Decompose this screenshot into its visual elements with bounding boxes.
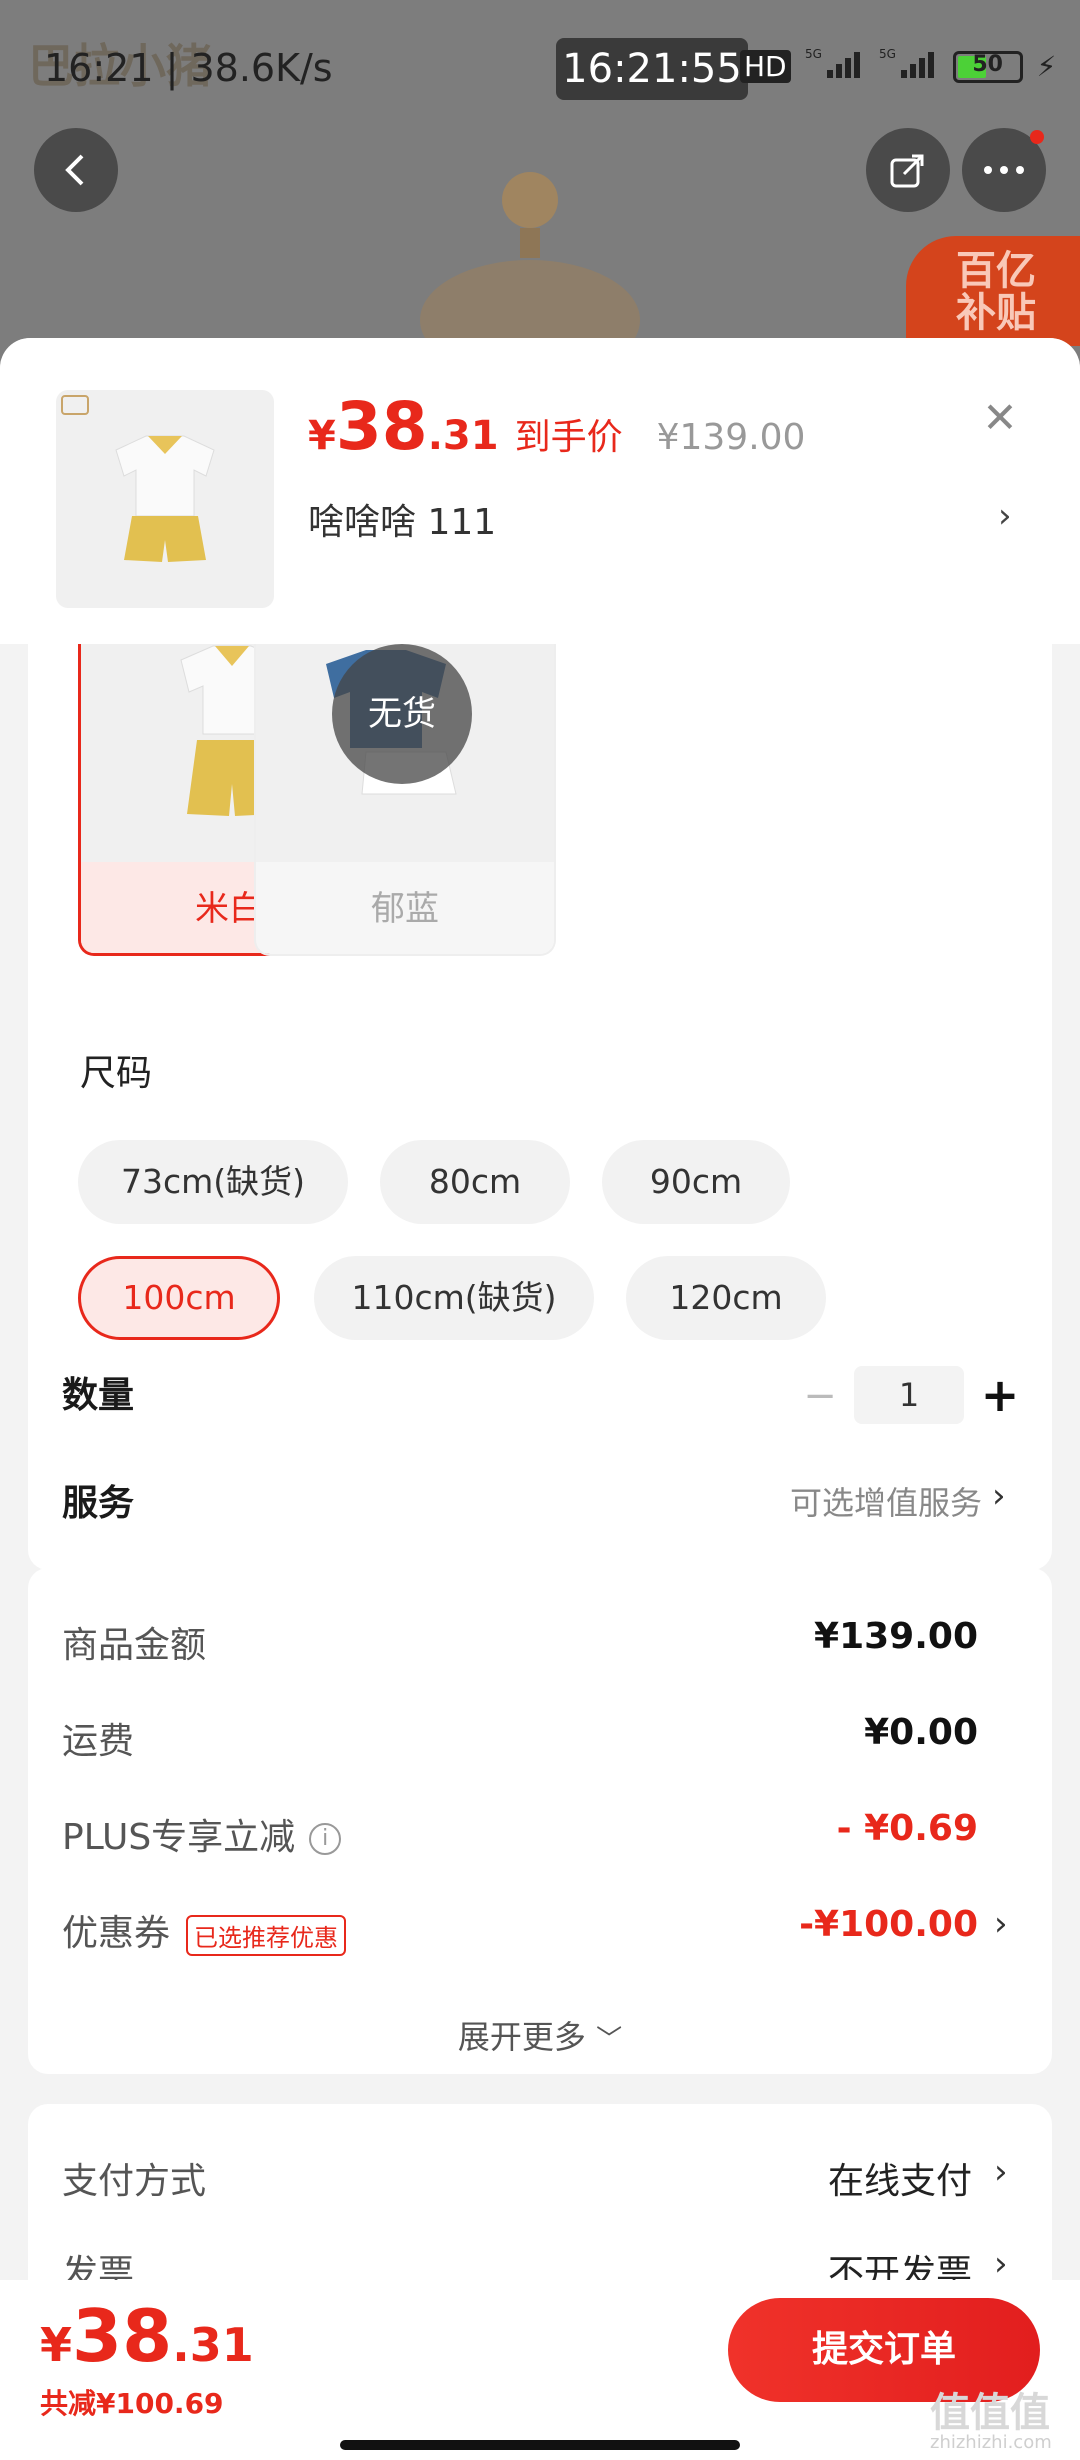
background-product-page: 巴拉小猪 16:21 | 38.6K/s 16:21:55 HD 5G 5G 5… [0, 0, 1080, 360]
chevron-right-icon[interactable]: › [992, 1476, 1006, 1516]
status-bar-right: HD 5G 5G 50 ⚡ [740, 46, 1056, 87]
expand-more-label: 展开更多 [457, 2018, 586, 2056]
share-icon [890, 154, 924, 188]
svg-text:5G: 5G [879, 47, 896, 61]
service-label: 服务 [62, 1483, 135, 1524]
coupon-label: 优惠券 [62, 1913, 171, 1954]
size-chip-120[interactable]: 120cm [626, 1256, 826, 1340]
status-bar-left: 16:21 | 38.6K/s [44, 46, 333, 90]
service-link[interactable]: 可选增值服务 [790, 1478, 982, 1524]
close-button[interactable]: ✕ [978, 396, 1022, 440]
share-button[interactable] [866, 128, 950, 212]
info-icon[interactable]: i [309, 1823, 342, 1855]
total-price: ¥ 38 .31 [40, 2294, 254, 2378]
plus-discount-label: PLUS专享立减 [62, 1817, 296, 1858]
more-icon [984, 166, 1024, 174]
out-of-stock-badge: 无货 [332, 644, 472, 784]
price-decimal: .31 [427, 413, 499, 459]
size-chip-73[interactable]: 73cm(缺货) [78, 1140, 348, 1224]
total-integer: 38 [72, 2294, 173, 2378]
chevron-right-icon[interactable]: › [994, 2244, 1008, 2284]
quantity-label: 数量 [62, 1375, 135, 1416]
chevron-right-icon[interactable]: › [994, 2152, 1008, 2192]
quantity-decrement[interactable]: − [800, 1376, 840, 1416]
signal-icon-2: 5G [879, 46, 939, 87]
size-chip-100[interactable]: 100cm [78, 1256, 280, 1340]
expand-more-button[interactable]: 展开更多 ﹀ [28, 2012, 1052, 2058]
chevron-right-icon[interactable]: › [998, 496, 1012, 536]
chevron-left-icon [65, 154, 84, 186]
spec-card: 米白 无货 郁蓝 尺码 73cm(缺货) 80cm 90cm 100cm 110… [28, 644, 1052, 1570]
coupon-tag: 已选推荐优惠 [186, 1914, 347, 1956]
purchase-sheet: ¥ 38 .31 到手价 ¥139.00 ✕ 啥啥啥 111 › 米白 无货 郁… [0, 338, 1080, 2460]
signal-icon: 5G [805, 46, 865, 87]
goods-amount-value: ¥139.00 [814, 1616, 978, 1657]
close-icon: ✕ [982, 393, 1018, 442]
shipping-label: 运费 [62, 1721, 135, 1762]
size-title: 尺码 [80, 1053, 153, 1094]
chevron-down-icon: ﹀ [596, 2025, 623, 2055]
watermark: 值值值 [930, 2390, 1050, 2436]
chevron-right-icon[interactable]: › [994, 1904, 1008, 1944]
plus-discount-row: PLUS专享立减 i [62, 1808, 342, 1860]
product-thumbnail [56, 390, 274, 608]
price-currency: ¥ [308, 413, 336, 459]
hd-icon: HD [740, 50, 791, 83]
coupon-value[interactable]: -¥100.00 [799, 1904, 978, 1945]
shipping-value: ¥0.00 [864, 1712, 978, 1753]
size-chip-80[interactable]: 80cm [380, 1140, 570, 1224]
total-currency: ¥ [40, 2318, 73, 2372]
notification-dot [1030, 130, 1044, 144]
selected-variant[interactable]: 啥啥啥 111 [308, 493, 496, 545]
charging-icon: ⚡ [1036, 50, 1057, 83]
color-label: 郁蓝 [256, 862, 554, 954]
quantity-input[interactable]: 1 [854, 1366, 964, 1424]
product-image-bg [420, 172, 640, 360]
payment-method-label: 支付方式 [62, 2161, 207, 2202]
checkout-bar: ¥ 38 .31 共减¥100.69 提交订单 值值值 zhizhizhi.co… [0, 2280, 1080, 2460]
sheet-header: ¥ 38 .31 到手价 ¥139.00 ✕ 啥啥啥 111 › [0, 338, 1080, 644]
svg-text:5G: 5G [805, 47, 822, 61]
size-chip-110[interactable]: 110cm(缺货) [314, 1256, 594, 1340]
goods-amount-label: 商品金额 [62, 1625, 207, 1666]
total-saved: 共减¥100.69 [40, 2387, 224, 2420]
home-indicator[interactable] [340, 2440, 740, 2450]
cost-card: 商品金额 ¥139.00 运费 ¥0.00 PLUS专享立减 i - ¥0.69 … [28, 1568, 1052, 2074]
coupon-row: 优惠券 已选推荐优惠 [62, 1904, 347, 1956]
payment-method-value[interactable]: 在线支付 [828, 2152, 972, 2204]
color-option-yulan[interactable]: 无货 郁蓝 [254, 644, 556, 956]
subsidy-badge: 百亿 补贴 [906, 236, 1080, 346]
plus-discount-value: - ¥0.69 [836, 1808, 978, 1849]
watermark-sub: zhizhizhi.com [930, 2432, 1052, 2453]
status-time: 16:21:55 [556, 38, 748, 100]
total-decimal: .31 [172, 2318, 254, 2372]
price-integer: 38 [335, 388, 428, 465]
final-price-label: 到手价 [514, 417, 623, 458]
size-chip-90[interactable]: 90cm [602, 1140, 790, 1224]
back-button[interactable] [34, 128, 118, 212]
original-price: ¥139.00 [656, 417, 806, 458]
battery-icon: 50 [952, 50, 1023, 83]
quantity-increment[interactable]: + [978, 1370, 1022, 1420]
more-button[interactable] [962, 128, 1046, 212]
price-row: ¥ 38 .31 到手价 ¥139.00 [308, 388, 805, 465]
